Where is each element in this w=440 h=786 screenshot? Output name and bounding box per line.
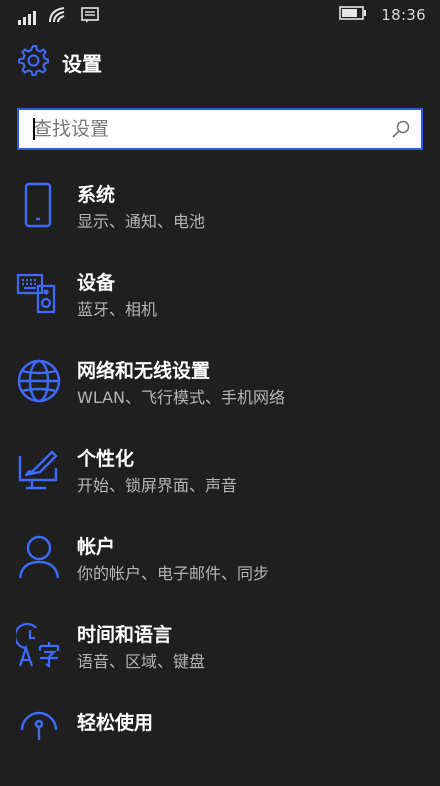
settings-item-personalization[interactable]: 个性化 开始、锁屏界面、声音 — [0, 434, 440, 522]
settings-item-network[interactable]: 网络和无线设置 WLAN、飞行模式、手机网络 — [0, 346, 440, 434]
status-bar: 18:36 — [0, 0, 440, 32]
settings-item-devices[interactable]: 设备 蓝牙、相机 — [0, 258, 440, 346]
phone-icon — [16, 182, 62, 228]
settings-item-system[interactable]: 系统 显示、通知、电池 — [0, 170, 440, 258]
time-language-icon — [16, 622, 62, 668]
gear-icon — [16, 43, 50, 81]
battery-icon — [339, 5, 367, 24]
item-title: 设备 — [77, 272, 116, 294]
ease-of-access-icon — [16, 710, 62, 756]
item-title: 时间和语言 — [77, 624, 173, 646]
page-header: 设置 — [16, 44, 102, 80]
item-subtitle: 开始、锁屏界面、声音 — [77, 476, 238, 495]
person-icon — [16, 534, 62, 580]
search-input[interactable] — [31, 110, 371, 148]
item-title: 个性化 — [77, 448, 135, 470]
devices-icon — [16, 270, 62, 316]
status-time: 18:36 — [381, 5, 426, 24]
item-title: 系统 — [77, 184, 116, 206]
page-title: 设置 — [62, 51, 102, 76]
item-title: 网络和无线设置 — [77, 360, 211, 382]
signal-bars-icon — [18, 9, 36, 25]
wifi-icon — [48, 6, 68, 28]
item-title: 轻松使用 — [77, 712, 154, 734]
item-title: 帐户 — [77, 536, 116, 558]
message-icon — [80, 6, 100, 28]
settings-item-ease-of-access[interactable]: 轻松使用 — [0, 698, 440, 786]
item-subtitle: 蓝牙、相机 — [77, 300, 158, 319]
search-icon[interactable] — [391, 119, 411, 143]
personalization-icon — [16, 446, 62, 492]
globe-icon — [16, 358, 62, 404]
search-box[interactable] — [17, 108, 423, 150]
item-subtitle: WLAN、飞行模式、手机网络 — [77, 388, 286, 407]
text-caret — [33, 118, 35, 140]
settings-item-accounts[interactable]: 帐户 你的帐户、电子邮件、同步 — [0, 522, 440, 610]
item-subtitle: 语音、区域、键盘 — [77, 652, 206, 671]
item-subtitle: 显示、通知、电池 — [77, 212, 206, 231]
settings-list: 系统 显示、通知、电池 设备 蓝牙、相机 网络和无线设置 WLAN、飞行模式、手… — [0, 170, 440, 786]
settings-item-time-language[interactable]: 时间和语言 语音、区域、键盘 — [0, 610, 440, 698]
item-subtitle: 你的帐户、电子邮件、同步 — [77, 564, 270, 583]
